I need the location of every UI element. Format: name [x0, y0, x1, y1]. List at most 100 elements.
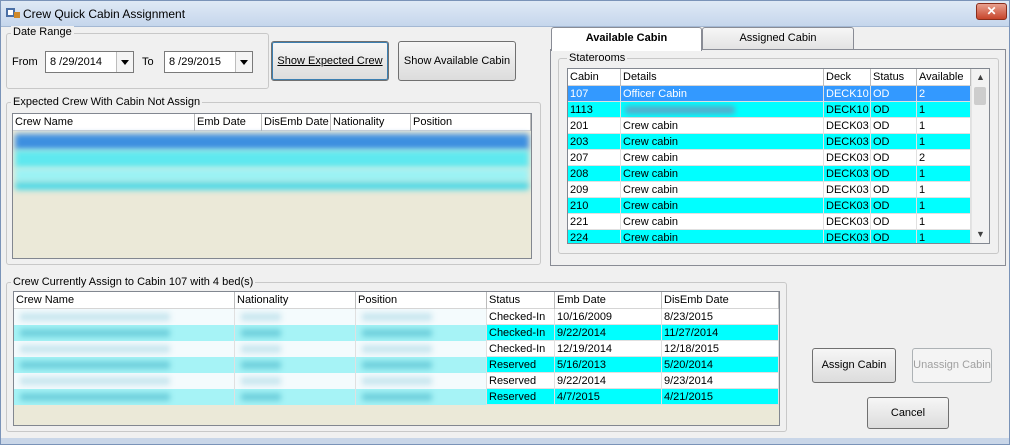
show-expected-crew-button[interactable]: Show Expected Crew — [271, 41, 389, 81]
cell-position — [356, 389, 487, 405]
col-disemb-date[interactable]: DisEmb Date — [262, 114, 331, 131]
cell-cabin: 201 — [568, 118, 621, 134]
col-status[interactable]: Status — [487, 292, 555, 309]
title-bar[interactable]: Crew Quick Cabin Assignment ✕ — [1, 1, 1009, 27]
stateroom-row[interactable]: 1113 DECK10 OD 1 — [568, 102, 971, 118]
col-status[interactable]: Status — [871, 69, 917, 86]
redacted-row — [15, 150, 529, 168]
to-date-dropdown[interactable] — [235, 52, 252, 72]
assign-row[interactable]: Reserved 9/22/2014 9/23/2014 — [14, 373, 779, 389]
redacted-text — [362, 313, 432, 321]
from-label: From — [12, 56, 38, 68]
stateroom-row[interactable]: 224 Crew cabin DECK03 OD 1 — [568, 230, 971, 243]
cell-status: OD — [871, 150, 917, 166]
col-deck[interactable]: Deck — [824, 69, 871, 86]
cell-emb: 9/22/2014 — [555, 373, 662, 389]
assign-row[interactable]: Reserved 4/7/2015 4/21/2015 — [14, 389, 779, 405]
col-position[interactable]: Position — [356, 292, 487, 309]
assign-row[interactable]: Checked-In 10/16/2009 8/23/2015 — [14, 309, 779, 325]
cell-available: 1 — [917, 102, 971, 118]
scroll-down-icon[interactable]: ▼ — [972, 226, 989, 243]
redacted-text — [20, 377, 170, 385]
redacted-text — [362, 345, 432, 353]
col-cabin[interactable]: Cabin — [568, 69, 621, 86]
cell-position — [356, 325, 487, 341]
show-available-cabin-button[interactable]: Show Available Cabin — [398, 41, 516, 81]
cancel-button[interactable]: Cancel — [867, 397, 949, 429]
expected-crew-rows-redacted[interactable] — [13, 132, 531, 192]
redacted-text — [625, 106, 735, 114]
stateroom-row[interactable]: 203 Crew cabin DECK03 OD 1 — [568, 134, 971, 150]
assign-cabin-button[interactable]: Assign Cabin — [812, 348, 896, 383]
assign-row[interactable]: Reserved 5/16/2013 5/20/2014 — [14, 357, 779, 373]
cell-status: OD — [871, 214, 917, 230]
cell-available: 1 — [917, 134, 971, 150]
cell-cabin: 209 — [568, 182, 621, 198]
tab-available-cabin[interactable]: Available Cabin — [551, 27, 702, 51]
redacted-text — [20, 361, 170, 369]
col-nationality[interactable]: Nationality — [235, 292, 356, 309]
cancel-label: Cancel — [890, 407, 926, 419]
assign-row[interactable]: Checked-In 9/22/2014 11/27/2014 — [14, 325, 779, 341]
cell-name — [14, 309, 235, 325]
col-available[interactable]: Available — [917, 69, 971, 86]
cell-available: 1 — [917, 182, 971, 198]
redacted-text — [241, 361, 281, 369]
col-emb-date[interactable]: Emb Date — [195, 114, 262, 131]
cell-available: 1 — [917, 198, 971, 214]
cell-status: OD — [871, 198, 917, 214]
staterooms-scrollbar[interactable]: ▲ ▼ — [971, 69, 989, 243]
col-disemb-date[interactable]: DisEmb Date — [662, 292, 779, 309]
cell-cabin: 210 — [568, 198, 621, 214]
cell-cabin: 107 — [568, 86, 621, 102]
cell-emb: 10/16/2009 — [555, 309, 662, 325]
to-date-picker[interactable]: 8 /29/2015 — [164, 51, 253, 73]
col-crew-name[interactable]: Crew Name — [13, 114, 195, 131]
cell-cabin: 203 — [568, 134, 621, 150]
col-details[interactable]: Details — [621, 69, 824, 86]
redacted-text — [20, 329, 170, 337]
tab-assigned-cabin[interactable]: Assigned Cabin — [702, 27, 854, 49]
col-emb-date[interactable]: Emb Date — [555, 292, 662, 309]
stateroom-row[interactable]: 201 Crew cabin DECK03 OD 1 — [568, 118, 971, 134]
staterooms-grid[interactable]: Cabin Details Deck Status Available 107 O… — [567, 68, 990, 244]
stateroom-row[interactable]: 210 Crew cabin DECK03 OD 1 — [568, 198, 971, 214]
col-position[interactable]: Position — [411, 114, 531, 131]
cell-details: Officer Cabin — [621, 86, 824, 102]
cell-status: Checked-In — [487, 309, 555, 325]
scroll-thumb[interactable] — [974, 87, 986, 105]
cell-deck: DECK03 — [824, 118, 871, 134]
close-button[interactable]: ✕ — [976, 3, 1007, 20]
dialog-window: Crew Quick Cabin Assignment ✕ Date Range… — [0, 0, 1010, 445]
stateroom-row[interactable]: 207 Crew cabin DECK03 OD 2 — [568, 150, 971, 166]
unassign-cabin-button[interactable]: Unassign Cabin — [912, 348, 992, 383]
date-range-title: Date Range — [11, 26, 74, 38]
stateroom-row[interactable]: 209 Crew cabin DECK03 OD 1 — [568, 182, 971, 198]
cell-disemb: 5/20/2014 — [662, 357, 779, 373]
redacted-text — [20, 345, 170, 353]
scroll-up-icon[interactable]: ▲ — [972, 69, 989, 86]
cell-disemb: 4/21/2015 — [662, 389, 779, 405]
redacted-row — [15, 134, 529, 150]
cell-name — [14, 357, 235, 373]
expected-crew-grid[interactable]: Crew Name Emb Date DisEmb Date Nationali… — [12, 113, 532, 259]
cell-deck: DECK10 — [824, 86, 871, 102]
stateroom-row[interactable]: 208 Crew cabin DECK03 OD 1 — [568, 166, 971, 182]
expected-crew-header: Crew Name Emb Date DisEmb Date Nationali… — [13, 114, 531, 131]
cell-available: 1 — [917, 118, 971, 134]
cell-details: Crew cabin — [621, 118, 824, 134]
from-date-picker[interactable]: 8 /29/2014 — [45, 51, 134, 73]
stateroom-row[interactable]: 107 Officer Cabin DECK10 OD 2 — [568, 86, 971, 102]
cell-emb: 9/22/2014 — [555, 325, 662, 341]
col-crew-name[interactable]: Crew Name — [14, 292, 235, 309]
stateroom-row[interactable]: 221 Crew cabin DECK03 OD 1 — [568, 214, 971, 230]
from-date-dropdown[interactable] — [116, 52, 133, 72]
redacted-text — [241, 345, 281, 353]
cell-details: Crew cabin — [621, 134, 824, 150]
cell-position — [356, 341, 487, 357]
assign-row[interactable]: Checked-In 12/19/2014 12/18/2015 — [14, 341, 779, 357]
col-nationality[interactable]: Nationality — [331, 114, 411, 131]
cell-available: 1 — [917, 166, 971, 182]
current-assign-grid[interactable]: Crew Name Nationality Position Status Em… — [13, 291, 780, 426]
cell-available: 2 — [917, 150, 971, 166]
